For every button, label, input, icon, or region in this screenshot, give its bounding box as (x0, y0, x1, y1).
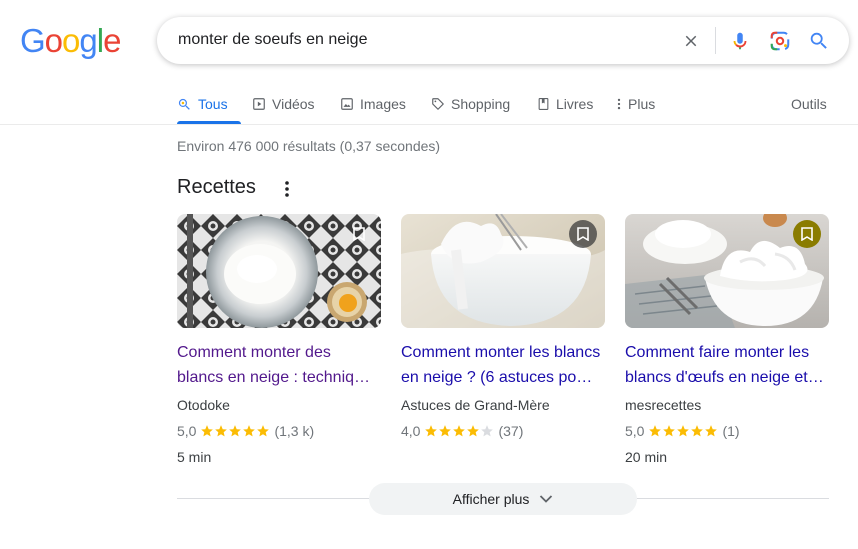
recipes-title: Recettes (177, 176, 256, 198)
recipe-title-link[interactable]: Comment monter les blancs en neige ? (6 … (401, 340, 605, 390)
tab-label: Plus (628, 96, 656, 112)
recipe-time: 20 min (625, 449, 668, 465)
star-icon (215, 425, 228, 437)
image-icon (341, 98, 353, 110)
tab-tous[interactable]: Tous (177, 93, 228, 115)
lens-icon[interactable] (768, 29, 792, 53)
search-icon (178, 98, 190, 110)
active-tab-indicator (177, 121, 241, 124)
tab-label: Images (360, 96, 406, 112)
recipe-card[interactable]: Comment faire monter les blancs d'œufs e… (625, 214, 829, 465)
tab-videos[interactable]: Vidéos (252, 93, 315, 115)
rating-value: 4,0 (401, 423, 421, 439)
tools-button[interactable]: Outils (791, 93, 827, 115)
book-icon (538, 98, 549, 110)
star-icon (705, 425, 718, 437)
rating-value: 5,0 (625, 423, 645, 439)
search-input[interactable]: monter de soeufs en neige (178, 31, 367, 49)
star-rating (648, 424, 718, 438)
star-icon (663, 425, 676, 437)
logo-letter: e (103, 22, 121, 59)
tab-shopping[interactable]: Shopping (431, 93, 510, 115)
more-vert-icon (617, 98, 621, 110)
result-stats: Environ 476 000 résultats (0,37 secondes… (177, 138, 441, 154)
bookmark-button[interactable] (793, 220, 821, 248)
video-icon (253, 98, 265, 110)
bookmark-button[interactable] (345, 220, 373, 248)
search-tabs: Tous Vidéos Images Shopping Livres Plus … (0, 88, 858, 125)
recipe-source: mesrecettes (625, 397, 702, 413)
clear-icon[interactable] (679, 29, 703, 53)
tab-label: Tous (198, 96, 228, 112)
recipe-rating: 4,0 (37) (401, 423, 523, 439)
recipe-rating: 5,0 (1,3 k) (177, 423, 314, 439)
logo-letter: o (62, 22, 80, 59)
show-more-label: Afficher plus (452, 491, 530, 507)
tab-label: Vidéos (272, 96, 315, 112)
recipe-image[interactable] (177, 214, 381, 328)
recipe-time: 5 min (177, 449, 212, 465)
tools-label: Outils (791, 96, 827, 112)
star-rating (200, 424, 270, 438)
recipe-image[interactable] (401, 214, 605, 328)
star-icon (257, 425, 270, 437)
star-icon (467, 425, 480, 437)
google-logo[interactable]: Google (20, 22, 121, 59)
star-icon (677, 425, 690, 437)
rating-count: (1,3 k) (274, 423, 315, 439)
search-box[interactable]: monter de soeufs en neige (157, 17, 849, 64)
star-empty-icon (481, 425, 494, 437)
rating-count: (1) (722, 423, 740, 439)
chevron-down-icon (540, 495, 553, 503)
tab-livres[interactable]: Livres (537, 93, 593, 115)
search-icon[interactable] (807, 29, 831, 53)
tab-label: Livres (556, 96, 594, 112)
star-icon (649, 425, 662, 437)
more-options-icon[interactable] (279, 179, 295, 199)
recipe-source: Otodoke (177, 397, 230, 413)
logo-letter: g (79, 22, 97, 59)
tag-icon (432, 98, 444, 110)
rating-count: (37) (498, 423, 524, 439)
recipe-source: Astuces de Grand-Mère (401, 397, 550, 413)
logo-letter: G (20, 22, 46, 59)
star-icon (453, 425, 466, 437)
rating-value: 5,0 (177, 423, 197, 439)
tab-label: Shopping (451, 96, 511, 112)
bookmark-button[interactable] (569, 220, 597, 248)
recipe-card[interactable]: Comment monter les blancs en neige ? (6 … (401, 214, 605, 439)
star-icon (691, 425, 704, 437)
recipe-title-link[interactable]: Comment faire monter les blancs d'œufs e… (625, 340, 829, 390)
show-more-button[interactable]: Afficher plus (369, 483, 637, 515)
star-icon (229, 425, 242, 437)
tab-plus[interactable]: Plus (616, 93, 655, 115)
logo-letter: o (44, 22, 63, 59)
recipe-image[interactable] (625, 214, 829, 328)
star-icon (425, 425, 438, 437)
tab-images[interactable]: Images (340, 93, 406, 115)
star-icon (201, 425, 214, 437)
recipe-title-link[interactable]: Comment monter des blancs en neige : tec… (177, 340, 381, 390)
recipe-card[interactable]: Comment monter des blancs en neige : tec… (177, 214, 381, 465)
star-icon (243, 425, 256, 437)
star-rating (424, 424, 494, 438)
search-divider (715, 27, 716, 54)
microphone-icon[interactable] (728, 29, 752, 53)
recipe-rating: 5,0 (1) (625, 423, 740, 439)
star-icon (439, 425, 452, 437)
